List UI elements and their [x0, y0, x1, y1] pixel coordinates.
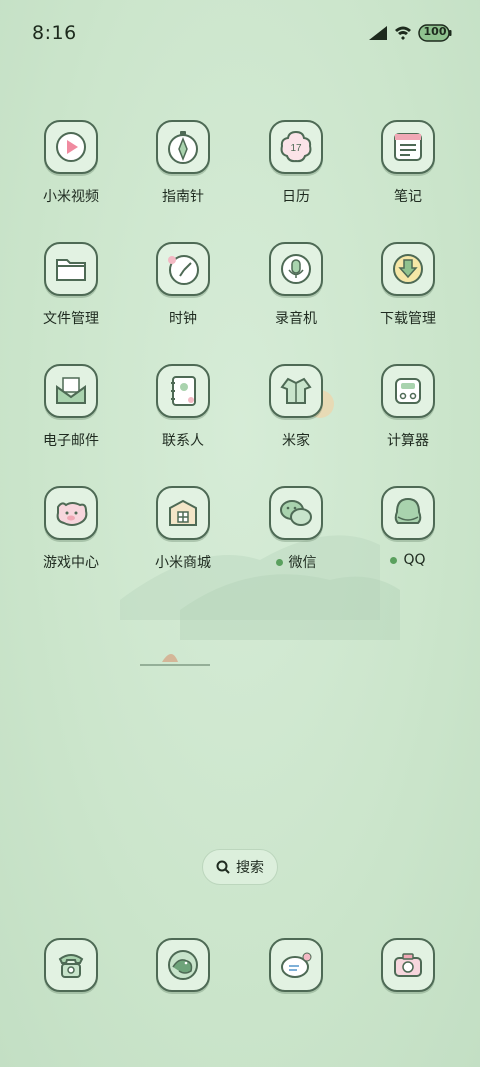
app-label: 笔记 — [394, 189, 422, 205]
search-icon — [216, 860, 230, 874]
signal-icon — [369, 26, 387, 40]
messages-icon — [269, 938, 323, 992]
app-wechat[interactable]: 微信 — [248, 486, 344, 572]
clock-icon — [156, 242, 210, 296]
calculator-icon — [381, 364, 435, 418]
wifi-icon — [395, 26, 411, 40]
folder-icon — [44, 242, 98, 296]
app-label: 微信 — [288, 555, 317, 571]
app-contacts[interactable]: 联系人 — [135, 364, 231, 450]
app-qq[interactable]: QQ — [360, 486, 456, 568]
app-label: 米家 — [282, 433, 310, 449]
app-notes[interactable]: 笔记 — [360, 120, 456, 206]
battery-icon: 100 — [418, 22, 452, 44]
search-label: 搜索 — [236, 860, 264, 876]
calendar-date: 17 — [290, 143, 302, 154]
app-game-center[interactable]: 游戏中心 — [23, 486, 119, 572]
compass-icon — [156, 120, 210, 174]
game-icon — [44, 486, 98, 540]
app-mi-video[interactable]: 小米视频 — [23, 120, 119, 206]
app-recorder[interactable]: 录音机 — [248, 242, 344, 328]
app-compass[interactable]: 指南针 — [135, 120, 231, 206]
app-label: 时钟 — [169, 311, 197, 327]
clock-time: 8:16 — [32, 22, 77, 44]
app-email[interactable]: 电子邮件 — [23, 364, 119, 450]
dock-phone[interactable] — [23, 938, 119, 992]
app-label: 小米视频 — [43, 189, 99, 205]
dock-camera[interactable] — [360, 938, 456, 992]
app-label: 小米商城 — [155, 555, 211, 571]
app-file-manager[interactable]: 文件管理 — [23, 242, 119, 328]
microphone-icon — [269, 242, 323, 296]
search-button[interactable]: 搜索 — [202, 849, 278, 885]
new-indicator-dot — [275, 558, 283, 566]
notes-icon — [381, 120, 435, 174]
app-label: 日历 — [282, 189, 310, 205]
app-label: 指南针 — [162, 189, 204, 205]
app-calendar[interactable]: 17 日历 — [248, 120, 344, 206]
app-label: 录音机 — [275, 311, 317, 327]
status-bar: 8:16 100 — [0, 0, 480, 70]
app-mijia[interactable]: 米家 — [248, 364, 344, 450]
app-mi-store[interactable]: 小米商城 — [135, 486, 231, 572]
app-label: 下载管理 — [380, 311, 436, 327]
store-icon — [156, 486, 210, 540]
new-indicator-dot — [390, 556, 398, 564]
camera-icon — [381, 938, 435, 992]
battery-level: 100 — [423, 25, 447, 38]
download-icon — [381, 242, 435, 296]
app-clock[interactable]: 时钟 — [135, 242, 231, 328]
browser-icon — [156, 938, 210, 992]
app-label: 文件管理 — [43, 311, 99, 327]
app-label: 游戏中心 — [43, 555, 99, 571]
wechat-icon — [269, 486, 323, 540]
qq-icon — [381, 486, 435, 540]
calendar-icon: 17 — [269, 120, 323, 174]
contacts-icon — [156, 364, 210, 418]
app-label: 计算器 — [387, 433, 429, 449]
phone-icon — [44, 938, 98, 992]
mijia-icon — [269, 364, 323, 418]
dock-messages[interactable] — [248, 938, 344, 992]
app-label: 联系人 — [162, 433, 204, 449]
app-label: QQ — [403, 552, 426, 568]
app-label: 电子邮件 — [43, 433, 99, 449]
video-icon — [44, 120, 98, 174]
app-calculator[interactable]: 计算器 — [360, 364, 456, 450]
app-download-manager[interactable]: 下载管理 — [360, 242, 456, 328]
dock-browser[interactable] — [135, 938, 231, 992]
mail-icon — [44, 364, 98, 418]
